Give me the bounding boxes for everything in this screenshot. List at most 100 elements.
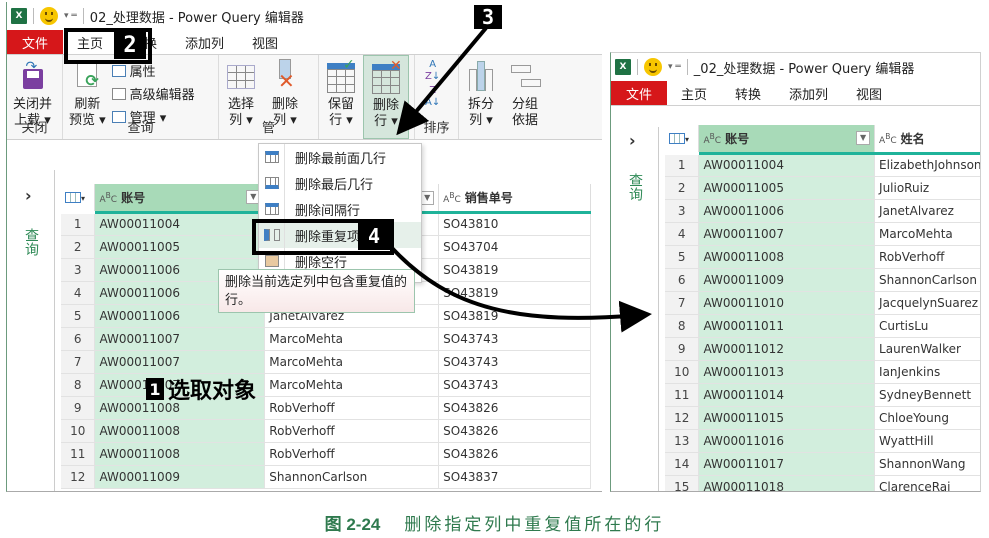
- tab-add-column[interactable]: 添加列: [171, 33, 238, 52]
- row-number[interactable]: 15: [665, 475, 700, 491]
- cell-account[interactable]: AW00011004: [698, 153, 876, 177]
- tab-home[interactable]: 主页: [667, 84, 721, 103]
- table-row[interactable]: 12 AW00011009 ShannonCarlson SO43837: [61, 465, 591, 489]
- tab-transform[interactable]: 转换: [721, 84, 775, 103]
- row-number[interactable]: 6: [665, 268, 700, 292]
- cell-name[interactable]: ClarenceRai: [874, 475, 980, 491]
- row-number[interactable]: 1: [665, 153, 700, 177]
- row-number[interactable]: 7: [61, 350, 96, 374]
- cell-name[interactable]: ShannonWang: [874, 452, 980, 476]
- table-menu-button[interactable]: ▾: [665, 125, 700, 155]
- expand-queries-chevron-icon[interactable]: ›: [629, 131, 636, 150]
- quick-access-dropdown-icon[interactable]: ▾ ═: [64, 11, 77, 21]
- row-number[interactable]: 5: [61, 304, 96, 328]
- table-row[interactable]: 1 AW00011004 ElizabethJohnson: [665, 153, 980, 177]
- row-number[interactable]: 6: [61, 327, 96, 351]
- cell-account[interactable]: AW00011013: [698, 360, 876, 384]
- cell-account[interactable]: AW00011008: [698, 245, 876, 269]
- cell-name[interactable]: ShannonCarlson: [264, 465, 440, 489]
- cell-order[interactable]: SO43704: [438, 235, 591, 259]
- cell-order[interactable]: SO43826: [438, 442, 591, 466]
- cell-name[interactable]: MarcoMehta: [874, 222, 980, 246]
- cell-name[interactable]: RobVerhoff: [264, 396, 440, 420]
- cell-name[interactable]: ElizabethJohnson: [874, 153, 980, 177]
- table-row[interactable]: 13 AW00011016 WyattHill: [665, 429, 980, 453]
- cell-order[interactable]: SO43826: [438, 419, 591, 443]
- cell-account[interactable]: AW00011015: [698, 406, 876, 430]
- cell-account[interactable]: AW00011005: [94, 235, 266, 259]
- cell-order[interactable]: SO43743: [438, 350, 591, 374]
- cell-account[interactable]: AW00011012: [698, 337, 876, 361]
- row-number[interactable]: 10: [665, 360, 700, 384]
- cell-order[interactable]: SO43819: [438, 258, 591, 282]
- cell-name[interactable]: IanJenkins: [874, 360, 980, 384]
- table-row[interactable]: 10 AW00011008 RobVerhoff SO43826: [61, 419, 591, 443]
- table-row[interactable]: 3 AW00011006 JanetAlvarez: [665, 199, 980, 223]
- column-filter-dropdown-icon[interactable]: ▼: [420, 190, 435, 205]
- feedback-smiley-icon[interactable]: [644, 58, 662, 76]
- column-header-name[interactable]: ABC 姓名: [874, 125, 980, 155]
- table-row[interactable]: 11 AW00011008 RobVerhoff SO43826: [61, 442, 591, 466]
- row-number[interactable]: 12: [61, 465, 96, 489]
- cell-account[interactable]: AW00011016: [698, 429, 876, 453]
- row-number[interactable]: 4: [665, 222, 700, 246]
- cell-account[interactable]: AW00011009: [94, 465, 266, 489]
- table-row[interactable]: 15 AW00011018 ClarenceRai: [665, 475, 980, 491]
- cell-name[interactable]: JacquelynSuarez: [874, 291, 980, 315]
- cell-account[interactable]: AW00011018: [698, 475, 876, 491]
- cell-name[interactable]: RobVerhoff: [874, 245, 980, 269]
- cell-order[interactable]: SO43826: [438, 396, 591, 420]
- row-number[interactable]: 11: [665, 383, 700, 407]
- column-header-order[interactable]: ABC 销售单号: [438, 184, 591, 214]
- row-number[interactable]: 2: [61, 235, 96, 259]
- cell-order[interactable]: SO43819: [438, 281, 591, 305]
- row-number[interactable]: 4: [61, 281, 96, 305]
- table-row[interactable]: 5 AW00011008 RobVerhoff: [665, 245, 980, 269]
- cell-name[interactable]: JulioRuiz: [874, 176, 980, 200]
- table-row[interactable]: 8 AW00011011 CurtisLu: [665, 314, 980, 338]
- row-number[interactable]: 7: [665, 291, 700, 315]
- cell-name[interactable]: ChloeYoung: [874, 406, 980, 430]
- row-number[interactable]: 3: [665, 199, 700, 223]
- row-number[interactable]: 10: [61, 419, 96, 443]
- cell-name[interactable]: MarcoMehta: [264, 327, 440, 351]
- row-number[interactable]: 9: [61, 396, 96, 420]
- cell-order[interactable]: SO43810: [438, 212, 591, 236]
- table-row[interactable]: 8 AW00011007 MarcoMehta SO43743: [61, 373, 591, 397]
- cell-name[interactable]: ShannonCarlson: [874, 268, 980, 292]
- row-number[interactable]: 3: [61, 258, 96, 282]
- table-row[interactable]: 2 AW00011005 JulioRuiz: [665, 176, 980, 200]
- row-number[interactable]: 13: [665, 429, 700, 453]
- cell-order[interactable]: SO43819: [438, 304, 591, 328]
- row-number[interactable]: 14: [665, 452, 700, 476]
- expand-queries-chevron-icon[interactable]: ›: [25, 186, 32, 205]
- cell-order[interactable]: SO43837: [438, 465, 591, 489]
- tab-file[interactable]: 文件: [7, 30, 63, 54]
- cell-account[interactable]: AW00011004: [94, 212, 266, 236]
- cell-account[interactable]: AW00011005: [698, 176, 876, 200]
- table-row[interactable]: 7 AW00011007 MarcoMehta SO43743: [61, 350, 591, 374]
- cell-name[interactable]: SydneyBennett: [874, 383, 980, 407]
- cell-account[interactable]: AW00011007: [698, 222, 876, 246]
- cell-order[interactable]: SO43743: [438, 373, 591, 397]
- cell-name[interactable]: RobVerhoff: [264, 442, 440, 466]
- split-column-button[interactable]: 拆分 列 ▾: [459, 55, 503, 139]
- quick-access-dropdown-icon[interactable]: ▾ ═: [668, 62, 681, 72]
- row-number[interactable]: 8: [665, 314, 700, 338]
- cell-account[interactable]: AW00011014: [698, 383, 876, 407]
- table-row[interactable]: 4 AW00011007 MarcoMehta: [665, 222, 980, 246]
- table-row[interactable]: 11 AW00011014 SydneyBennett: [665, 383, 980, 407]
- table-row[interactable]: 6 AW00011007 MarcoMehta SO43743: [61, 327, 591, 351]
- remove-rows-button[interactable]: ✕ 删除 行 ▾: [363, 55, 409, 139]
- menu-item-remove-bottom-rows[interactable]: 删除最后几行: [259, 170, 421, 196]
- table-menu-button[interactable]: ▾: [61, 184, 96, 214]
- cell-account[interactable]: AW00011017: [698, 452, 876, 476]
- cell-account[interactable]: AW00011009: [698, 268, 876, 292]
- tab-add-column[interactable]: 添加列: [775, 84, 842, 103]
- row-number[interactable]: 8: [61, 373, 96, 397]
- cell-account[interactable]: AW00011007: [94, 350, 266, 374]
- table-row[interactable]: 6 AW00011009 ShannonCarlson: [665, 268, 980, 292]
- column-header-account[interactable]: ABC 账号 ▼: [94, 184, 266, 214]
- table-row[interactable]: 14 AW00011017 ShannonWang: [665, 452, 980, 476]
- table-row[interactable]: 9 AW00011012 LaurenWalker: [665, 337, 980, 361]
